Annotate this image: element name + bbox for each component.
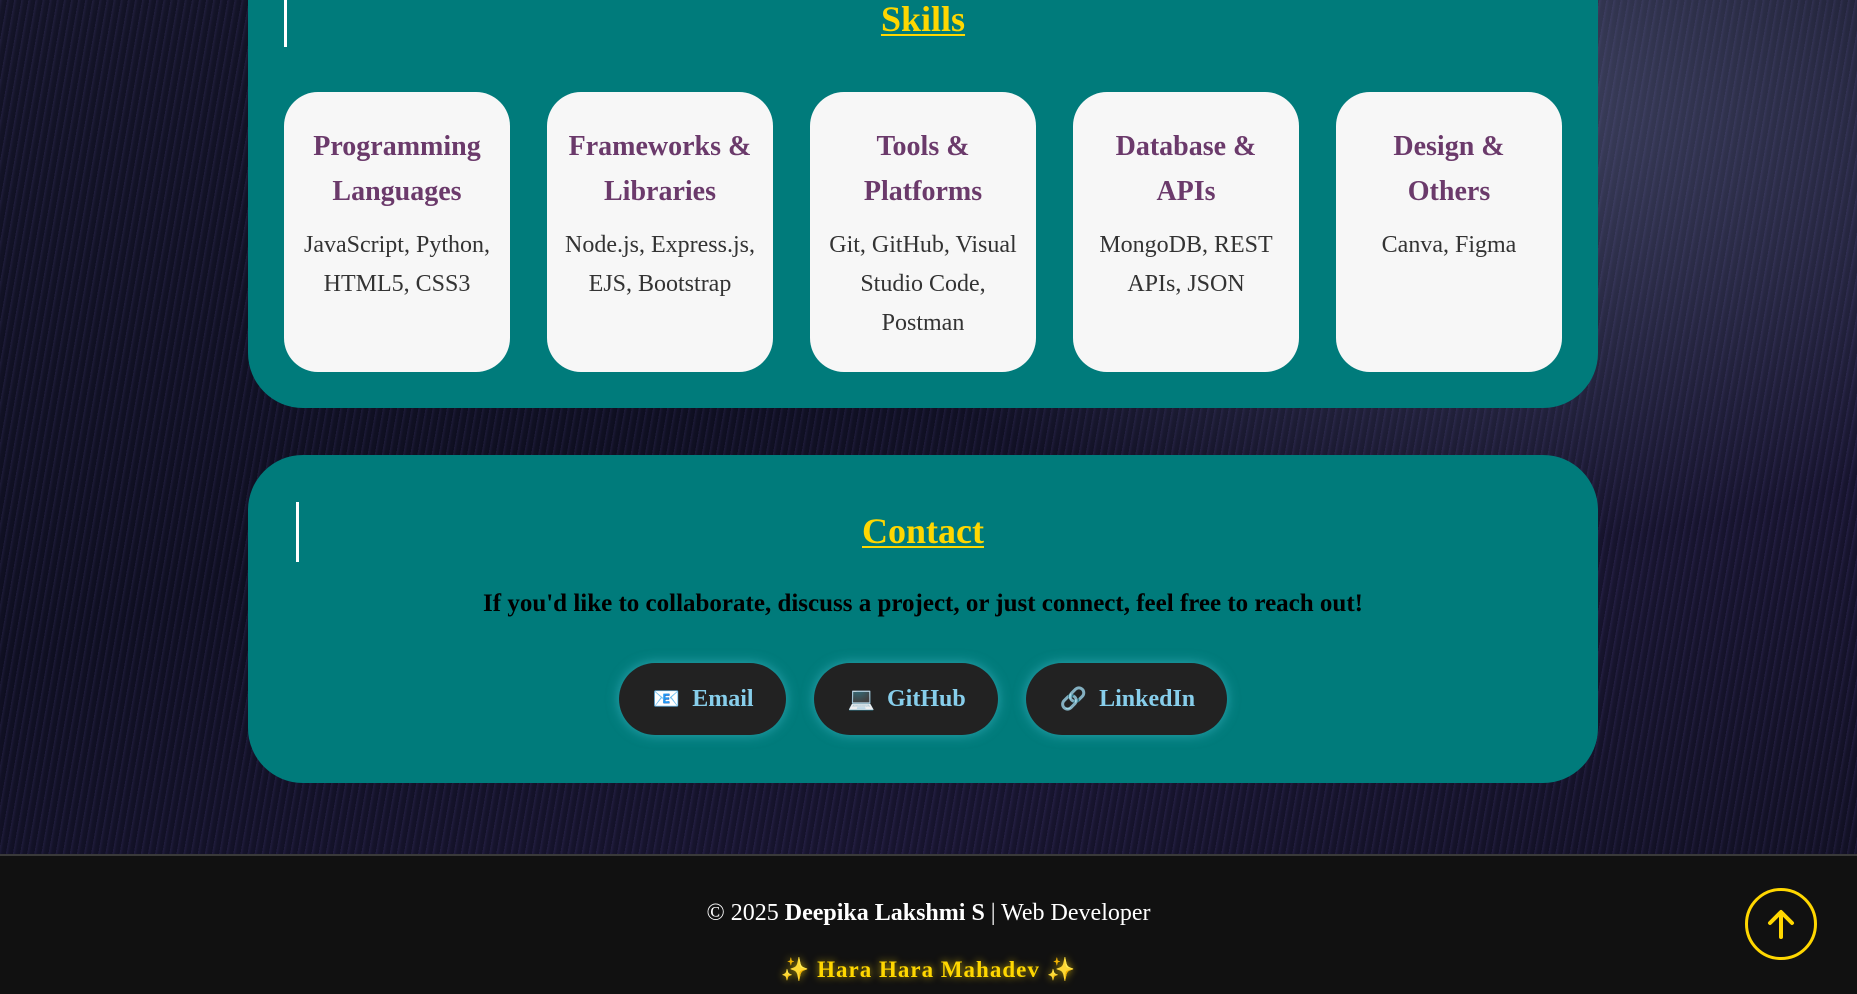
linkedin-link[interactable]: 🔗 LinkedIn bbox=[1025, 663, 1228, 735]
skill-card-text: JavaScript, Python, HTML5, CSS3 bbox=[304, 232, 490, 297]
link-icon: 🔗 bbox=[1059, 686, 1088, 712]
skills-card-list: Programming Languages JavaScript, Python… bbox=[284, 92, 1562, 372]
email-link-label: Email bbox=[692, 685, 754, 712]
sparkle-icon: ✨ bbox=[780, 957, 811, 983]
skill-card-text: Git, GitHub, Visual Studio Code, Postman bbox=[829, 232, 1017, 336]
linkedin-link-label: LinkedIn bbox=[1099, 685, 1196, 712]
skill-card-title: Frameworks & Libraries bbox=[568, 131, 752, 207]
skill-card-frameworks-libraries: Frameworks & Libraries Node.js, Express.… bbox=[547, 92, 773, 372]
author-name: Deepika Lakshmi S bbox=[784, 900, 985, 926]
laptop-icon: 💻 bbox=[847, 686, 875, 712]
skill-card-text: Node.js, Express.js, EJS, Bootstrap bbox=[565, 232, 755, 297]
github-link-label: GitHub bbox=[886, 685, 966, 712]
scroll-to-top-button[interactable] bbox=[1745, 888, 1817, 960]
skill-card-design-others: Design & Others Canva, Figma bbox=[1336, 92, 1562, 372]
contact-section: Contact If you'd like to collaborate, di… bbox=[248, 455, 1598, 783]
contact-description: If you'd like to collaborate, discuss a … bbox=[483, 590, 1363, 617]
email-icon: 📧 bbox=[652, 686, 681, 712]
copyright-text: © 2025 bbox=[706, 900, 779, 926]
skill-card-database-apis: Database & APIs MongoDB, REST APIs, JSON bbox=[1073, 92, 1299, 372]
skill-card-text: Canva, Figma bbox=[1381, 232, 1517, 258]
skill-card-programming-languages: Programming Languages JavaScript, Python… bbox=[284, 92, 510, 372]
github-link[interactable]: 💻 GitHub bbox=[813, 663, 998, 735]
motto-text: Hara Hara Mahadev bbox=[817, 957, 1040, 982]
skills-title: Skills bbox=[880, 0, 966, 39]
skill-card-title: Design & Others bbox=[1393, 131, 1505, 207]
footer-copyright: © 2025 Deepika Lakshmi S | Web Developer bbox=[0, 900, 1857, 927]
skill-card-title: Database & APIs bbox=[1115, 131, 1257, 207]
skill-card-title: Tools & Platforms bbox=[863, 131, 983, 207]
footer-motto: ✨ Hara Hara Mahadev ✨ bbox=[0, 956, 1857, 983]
contact-title: Contact bbox=[862, 511, 984, 551]
arrow-up-icon bbox=[1768, 910, 1794, 939]
skill-card-title: Programming Languages bbox=[313, 131, 481, 207]
skill-card-text: MongoDB, REST APIs, JSON bbox=[1099, 232, 1273, 297]
email-link[interactable]: 📧 Email bbox=[618, 663, 786, 735]
page-footer: © 2025 Deepika Lakshmi S | Web Developer… bbox=[0, 854, 1857, 994]
contact-link-list: 📧 Email 💻 GitHub 🔗 LinkedIn bbox=[248, 663, 1598, 735]
skill-card-tools-platforms: Tools & Platforms Git, GitHub, Visual St… bbox=[810, 92, 1036, 372]
author-role: | Web Developer bbox=[990, 900, 1151, 926]
sparkle-icon: ✨ bbox=[1046, 957, 1077, 983]
skills-section: Skills Programming Languages JavaScript,… bbox=[248, 0, 1598, 408]
